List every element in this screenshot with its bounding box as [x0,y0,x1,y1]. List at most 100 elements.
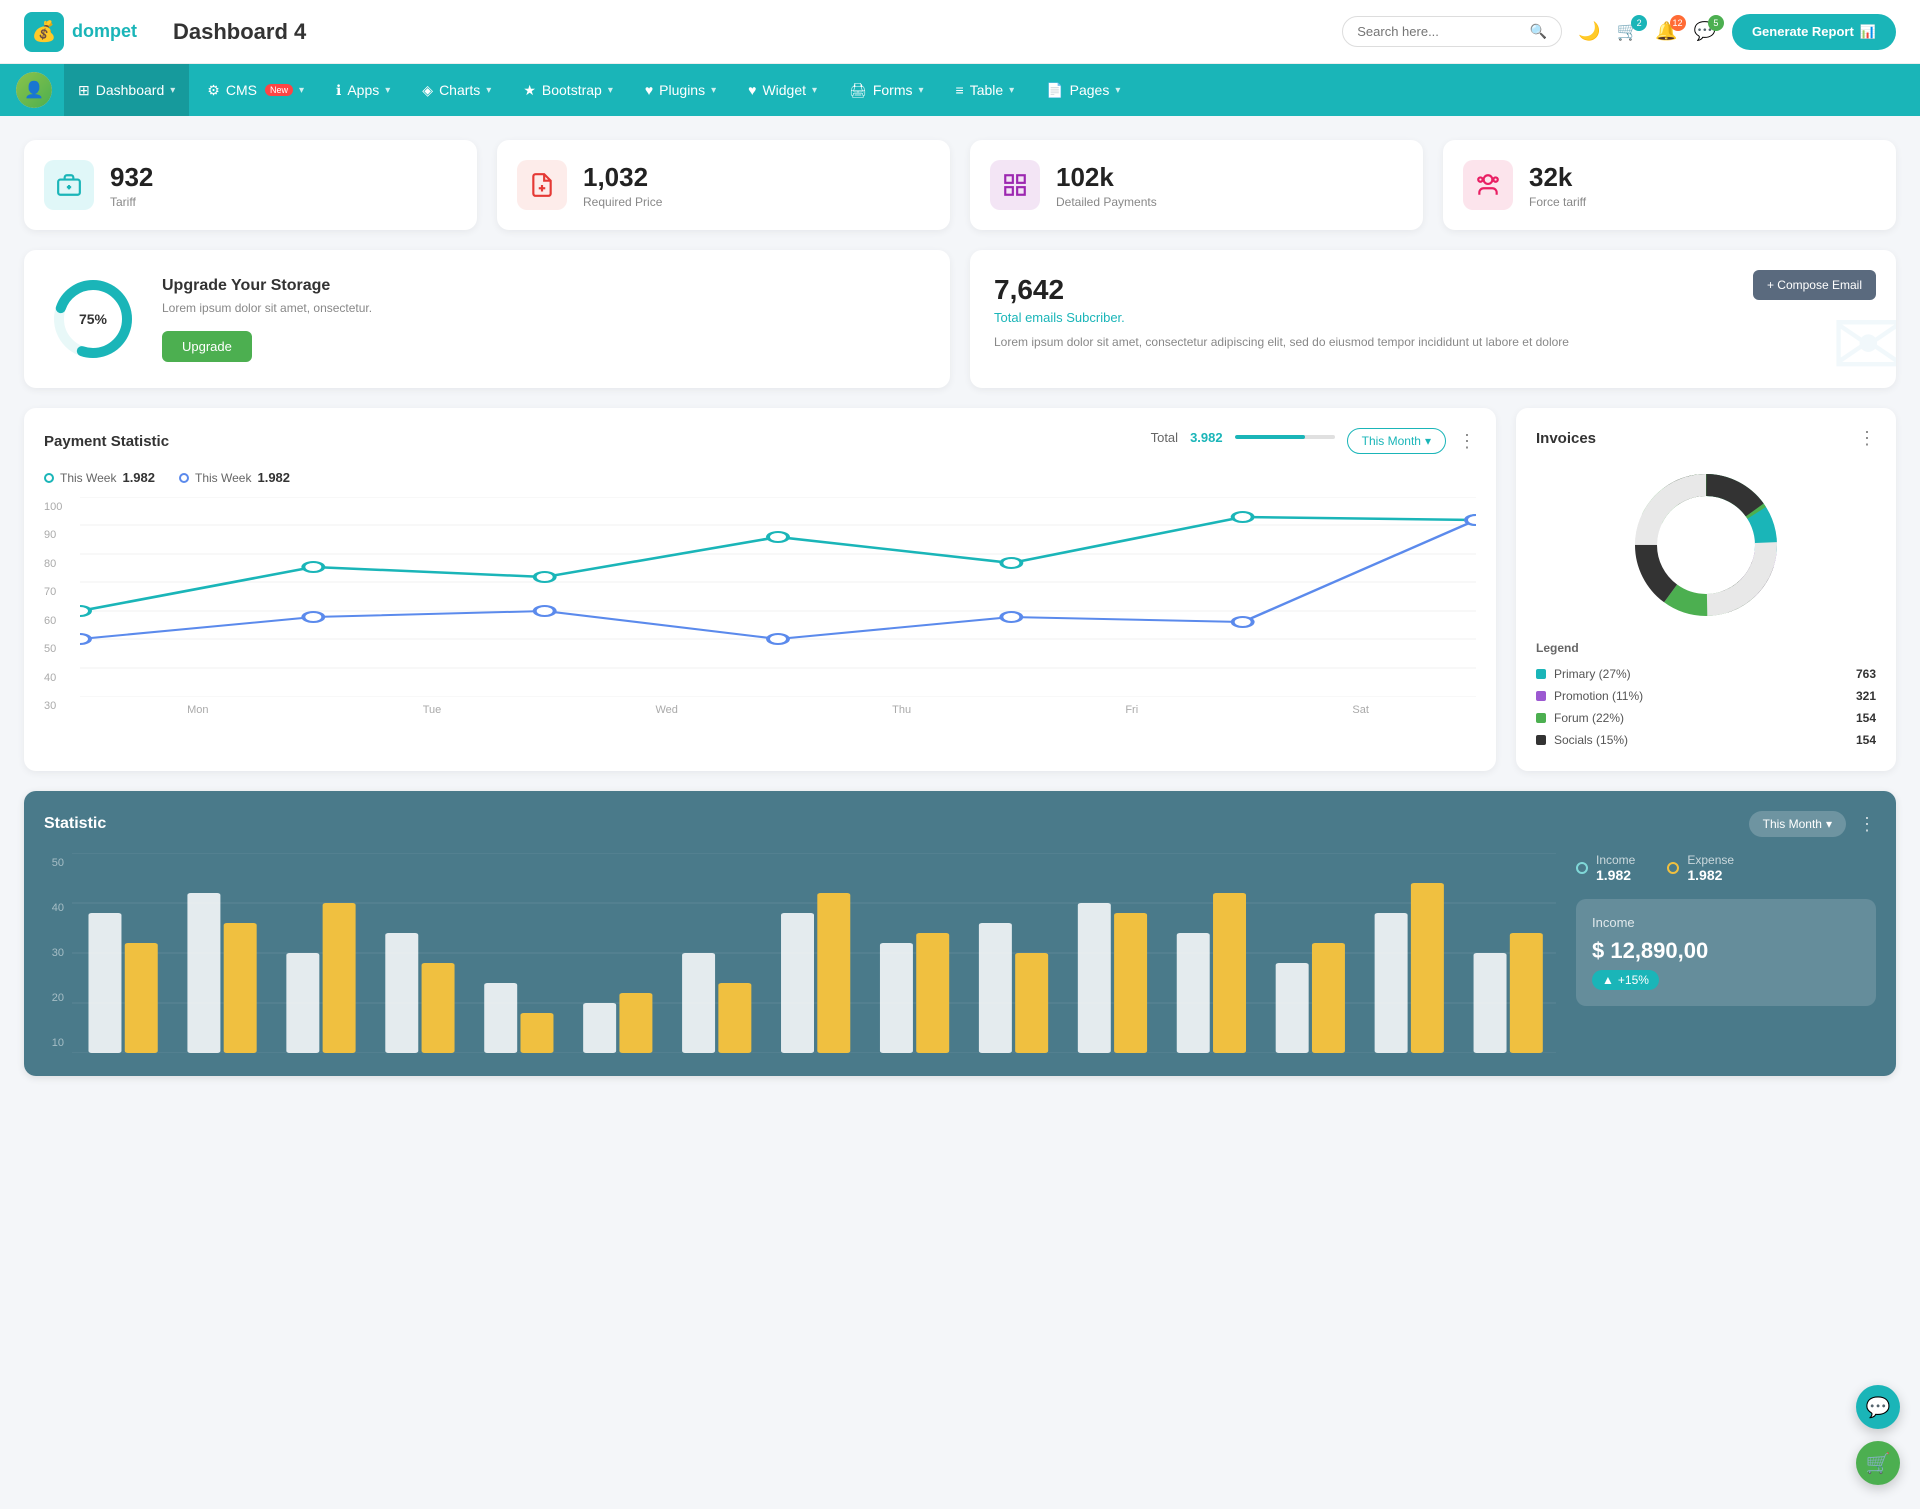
header: 💰 dompet Dashboard 4 🔍 🌙 🛒 2 🔔 12 💬 5 Ge… [0,0,1920,64]
chevron-down-icon: ▾ [1425,434,1431,448]
nav-item-bootstrap[interactable]: ★ Bootstrap ▾ [509,64,627,116]
cms-icon: ⚙ [207,82,220,99]
nav-item-plugins[interactable]: ♥ Plugins ▾ [631,64,730,116]
email-card: + Compose Email 7,642 Total emails Subcr… [970,250,1896,388]
plugins-icon: ♥ [645,82,653,98]
income-indicator: Income 1.982 [1576,853,1635,883]
plugins-arrow: ▾ [711,85,716,96]
price-value: 1,032 [583,162,662,193]
charts-row: Payment Statistic Total 3.982 This Month… [24,408,1896,771]
price-icon [517,160,567,210]
more-options-button[interactable]: ⋮ [1458,431,1476,452]
bootstrap-arrow: ▾ [608,85,613,96]
payment-chart-title: Payment Statistic [44,433,169,450]
statistic-period-button[interactable]: This Month ▾ [1749,811,1846,837]
invoices-title: Invoices [1536,430,1596,447]
invoices-donut-area [1536,465,1876,625]
message-badge: 5 [1708,15,1724,31]
storage-donut: 75% [48,274,138,364]
legend-item-socials: Socials (15%) 154 [1536,729,1876,751]
message-icon-btn[interactable]: 💬 5 [1694,21,1716,42]
table-arrow: ▾ [1009,85,1014,96]
promotion-color-square [1536,691,1546,701]
page-title: Dashboard 4 [173,19,306,45]
storage-card: 75% Upgrade Your Storage Lorem ipsum dol… [24,250,950,388]
nav-avatar: 👤 [16,72,52,108]
tariff-value: 932 [110,162,153,193]
nav-item-forms[interactable]: 🖨 Forms ▾ [835,64,937,116]
storage-desc: Lorem ipsum dolor sit amet, onsectetur. [162,301,372,315]
storage-info: Upgrade Your Storage Lorem ipsum dolor s… [162,277,372,362]
legend-title: Legend [1536,641,1876,655]
payment-chart-card: Payment Statistic Total 3.982 This Month… [24,408,1496,771]
storage-title: Upgrade Your Storage [162,277,372,295]
total-info: Total 3.982 [1151,430,1335,445]
stat-card-price: 1,032 Required Price [497,140,950,230]
nav-item-pages[interactable]: 📄 Pages ▾ [1032,64,1134,116]
total-bar-fill [1235,435,1305,439]
expense-value: 1.982 [1687,867,1734,883]
statistic-header: Statistic This Month ▾ ⋮ [44,811,1876,837]
dashboard-arrow: ▾ [170,85,175,96]
search-box[interactable]: 🔍 [1342,16,1562,47]
nav-item-apps[interactable]: ℹ Apps ▾ [322,64,404,116]
legend-row: This Week 1.982 This Week 1.982 [44,470,1476,485]
statistic-content: 5040302010 [44,853,1876,1056]
widget-arrow: ▾ [812,85,817,96]
email-subtitle: Total emails Subcriber. [994,310,1872,325]
chart-controls: Total 3.982 This Month ▾ ⋮ [1151,428,1476,454]
dashboard-icon: ⊞ [78,82,90,99]
invoices-more-button[interactable]: ⋮ [1858,428,1876,449]
bar-chart-svg [72,853,1556,1053]
stat-card-payments: 102k Detailed Payments [970,140,1423,230]
moon-icon[interactable]: 🌙 [1578,21,1600,42]
mid-row: 75% Upgrade Your Storage Lorem ipsum dol… [24,250,1896,388]
income-value: 1.982 [1596,867,1635,883]
income-detail-label: Income [1592,915,1860,930]
nav-item-dashboard[interactable]: ⊞ Dashboard ▾ [64,64,189,116]
payments-icon [990,160,1040,210]
support-fab-button[interactable]: 💬 [1856,1385,1900,1429]
invoices-header: Invoices ⋮ [1536,428,1876,449]
ie-row: Income 1.982 Expense 1.982 [1576,853,1876,883]
nav-item-cms[interactable]: ⚙ CMS New ▾ [193,64,318,116]
payment-chart-header: Payment Statistic Total 3.982 This Month… [44,428,1476,454]
search-input[interactable] [1357,24,1522,39]
email-bg-icon: ✉ [1831,293,1896,388]
force-icon [1463,160,1513,210]
income-detail-value: $ 12,890,00 [1592,938,1860,964]
stat-card-tariff: 932 Tariff [24,140,477,230]
statistic-more-button[interactable]: ⋮ [1858,814,1876,835]
generate-report-button[interactable]: Generate Report 📊 [1732,14,1896,50]
income-detail-panel: Income $ 12,890,00 ▲ +15% [1576,899,1876,1006]
cart-icon-btn[interactable]: 🛒 2 [1617,21,1639,42]
bar-chart-section: 5040302010 [44,853,1556,1056]
cms-arrow: ▾ [299,85,304,96]
email-count: 7,642 [994,274,1872,306]
logo: 💰 dompet [24,12,137,52]
line-chart-wrapper: 10090807060504030 [44,497,1476,716]
force-value: 32k [1529,162,1586,193]
legend-item-promotion: Promotion (11%) 321 [1536,685,1876,707]
invoices-card: Invoices ⋮ [1516,408,1896,771]
statistic-title: Statistic [44,815,106,833]
tariff-label: Tariff [110,195,153,209]
apps-arrow: ▾ [385,85,390,96]
primary-color-square [1536,669,1546,679]
pages-arrow: ▾ [1115,85,1120,96]
shop-fab-button[interactable]: 🛒 [1856,1441,1900,1485]
nav-item-charts[interactable]: ◈ Charts ▾ [408,64,505,116]
period-select-button[interactable]: This Month ▾ [1347,428,1446,454]
nav-item-table[interactable]: ≡ Table ▾ [942,64,1029,116]
expense-indicator: Expense 1.982 [1667,853,1734,883]
upgrade-button[interactable]: Upgrade [162,331,252,362]
total-label: Total [1151,430,1178,445]
storage-percent: 75% [79,311,107,327]
x-axis-labels: MonTueWedThuFriSat [80,704,1476,716]
income-dot [1576,862,1588,874]
legend-item-primary: Primary (27%) 763 [1536,663,1876,685]
bell-icon-btn[interactable]: 🔔 12 [1655,21,1677,42]
apps-icon: ℹ [336,82,341,99]
nav-item-widget[interactable]: ♥ Widget ▾ [734,64,831,116]
stats-row: 932 Tariff 1,032 Required Price 102k Det… [24,140,1896,230]
